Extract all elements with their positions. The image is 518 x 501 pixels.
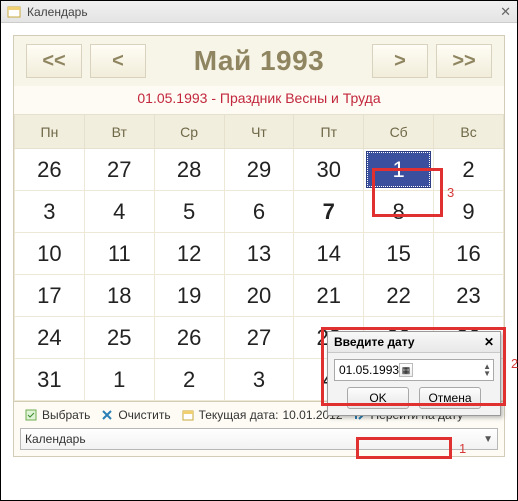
day-cell[interactable]: 23 [434,275,504,317]
goto-date-dialog: Введите дату ✕ 01.05.1993 ▦ ▲▼ OK Отмена [327,331,501,416]
day-cell[interactable]: 15 [364,233,434,275]
day-cell[interactable]: 9 [434,191,504,233]
day-cell[interactable]: 4 [84,191,154,233]
nav-row: << < Май 1993 > >> [14,36,504,86]
day-cell[interactable]: 16 [434,233,504,275]
day-cell[interactable]: 24 [15,317,85,359]
weekday-header: Ср [154,115,224,149]
view-combo[interactable]: Календарь ▼ [20,428,498,450]
weekday-header: Вт [84,115,154,149]
day-cell[interactable]: 29 [224,149,294,191]
day-cell[interactable]: 28 [154,149,224,191]
day-cell[interactable]: 5 [154,191,224,233]
select-icon [24,408,38,422]
nav-next-button[interactable]: > [372,44,428,78]
day-cell[interactable]: 20 [224,275,294,317]
day-cell[interactable]: 11 [84,233,154,275]
app-icon [7,5,21,19]
day-cell[interactable]: 18 [84,275,154,317]
combo-value: Календарь [25,432,86,446]
day-cell[interactable]: 30 [294,149,364,191]
day-cell[interactable]: 7 [294,191,364,233]
day-cell[interactable]: 19 [154,275,224,317]
date-picker-icon[interactable]: ▦ [399,363,413,377]
day-cell[interactable]: 10 [15,233,85,275]
dialog-close-icon[interactable]: ✕ [484,335,494,349]
titlebar: Календарь ✕ [1,1,517,23]
day-cell[interactable]: 14 [294,233,364,275]
ok-button[interactable]: OK [347,387,409,409]
nav-last-button[interactable]: >> [436,44,492,78]
weekday-header: Сб [364,115,434,149]
app-window: Календарь ✕ << < Май 1993 > >> 01.05.199… [0,0,518,501]
date-input[interactable]: 01.05.1993 ▦ ▲▼ [334,359,494,381]
window-title: Календарь [27,5,88,19]
day-cell[interactable]: 2 [154,359,224,401]
clear-label: Очистить [118,408,170,422]
holiday-label: 01.05.1993 - Праздник Весны и Труда [14,86,504,114]
day-cell[interactable]: 21 [294,275,364,317]
clear-button[interactable]: Очистить [96,406,174,424]
spinner-icon[interactable]: ▲▼ [481,363,491,377]
weekday-header: Пн [15,115,85,149]
day-cell[interactable]: 22 [364,275,434,317]
day-cell[interactable]: 31 [15,359,85,401]
dialog-title: Введите дату [334,335,415,349]
today-button[interactable]: Текущая дата: 10.01.2012 [177,406,347,424]
combo-row: Календарь ▼ [14,426,504,456]
day-cell[interactable]: 12 [154,233,224,275]
cancel-button[interactable]: Отмена [419,387,481,409]
day-cell[interactable]: 8 [364,191,434,233]
weekday-row: ПнВтСрЧтПтСбВс [15,115,504,149]
day-cell[interactable]: 6 [224,191,294,233]
chevron-down-icon: ▼ [483,434,493,445]
day-cell[interactable]: 27 [84,149,154,191]
clear-icon [100,408,114,422]
dialog-body: 01.05.1993 ▦ ▲▼ OK Отмена [328,353,500,415]
calendar-icon [181,408,195,422]
day-cell[interactable]: 25 [84,317,154,359]
day-cell[interactable]: 2 [434,149,504,191]
date-input-value: 01.05.1993 [339,363,399,377]
today-label: Текущая дата: [199,408,279,422]
day-cell[interactable]: 27 [224,317,294,359]
day-cell[interactable]: 26 [154,317,224,359]
day-cell[interactable]: 1 [364,149,434,191]
day-cell[interactable]: 17 [15,275,85,317]
annotation-label-3: 3 [447,185,454,200]
close-icon[interactable]: ✕ [500,4,511,20]
day-cell[interactable]: 13 [224,233,294,275]
weekday-header: Вс [434,115,504,149]
select-button[interactable]: Выбрать [20,406,94,424]
weekday-header: Пт [294,115,364,149]
dialog-titlebar: Введите дату ✕ [328,332,500,353]
weekday-header: Чт [224,115,294,149]
nav-prev-button[interactable]: < [90,44,146,78]
day-cell[interactable]: 26 [15,149,85,191]
annotation-label-1: 1 [459,441,466,456]
month-label: Май 1993 [150,45,368,77]
select-label: Выбрать [42,408,90,422]
annotation-label-2: 2 [511,356,518,371]
day-cell[interactable]: 3 [15,191,85,233]
day-cell[interactable]: 3 [224,359,294,401]
day-cell[interactable]: 1 [84,359,154,401]
dialog-button-row: OK Отмена [334,387,494,409]
nav-first-button[interactable]: << [26,44,82,78]
